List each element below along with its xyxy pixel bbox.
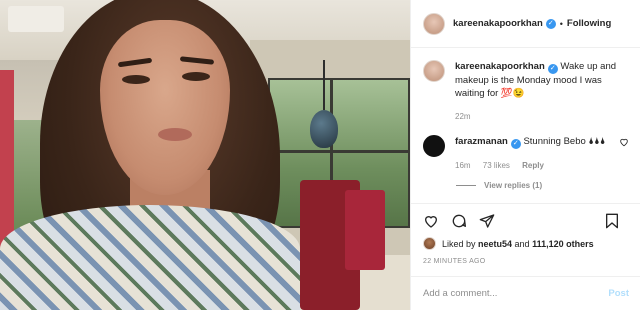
share-icon[interactable] bbox=[479, 213, 495, 229]
comment-item: farazmanan ✓ Stunning Bebo 🌢🌢🌢 16m 73 lik… bbox=[411, 123, 640, 172]
separator-dot: • bbox=[559, 18, 563, 29]
avatar[interactable] bbox=[423, 60, 445, 82]
comment-icon[interactable] bbox=[451, 213, 467, 229]
comment-likes[interactable]: 73 likes bbox=[483, 161, 510, 170]
avatar[interactable] bbox=[423, 12, 445, 35]
bookmark-icon[interactable] bbox=[605, 213, 619, 229]
comment-username[interactable]: farazmanan bbox=[455, 136, 508, 147]
reply-button[interactable]: Reply bbox=[522, 161, 544, 170]
avatar[interactable] bbox=[423, 135, 445, 157]
caption: kareenakapoorkhan ✓ Wake up and makeup is… bbox=[411, 48, 640, 123]
likes-prefix: Liked by bbox=[442, 238, 479, 249]
comment-time: 16m bbox=[455, 161, 471, 170]
likes-summary: Liked by neetu54 and 111,120 others bbox=[423, 237, 594, 250]
view-replies-button[interactable]: View replies (1) bbox=[411, 181, 640, 190]
post-header: kareenakapoorkhan ✓ • Following bbox=[411, 0, 640, 48]
header-username[interactable]: kareenakapoorkhan bbox=[453, 18, 543, 29]
verified-badge-icon: ✓ bbox=[547, 64, 558, 74]
heart-icon[interactable] bbox=[423, 213, 439, 229]
caption-time: 22m bbox=[455, 112, 471, 121]
comment-like-heart-icon[interactable] bbox=[619, 137, 629, 147]
post-photo[interactable] bbox=[0, 0, 410, 310]
post-side-panel: kareenakapoorkhan ✓ • Following kareenak… bbox=[410, 0, 640, 310]
likes-count[interactable]: 111,120 others bbox=[532, 239, 594, 249]
likes-middle: and bbox=[512, 238, 533, 249]
verified-badge-icon: ✓ bbox=[510, 139, 521, 149]
post-button[interactable]: Post bbox=[608, 288, 629, 299]
post-time: 22 MINUTES AGO bbox=[423, 258, 486, 265]
liker-avatar[interactable] bbox=[423, 237, 436, 250]
verified-badge-icon: ✓ bbox=[545, 18, 556, 29]
add-comment-bar: Add a comment... Post bbox=[411, 276, 640, 310]
following-button[interactable]: Following bbox=[567, 18, 611, 29]
comments-list[interactable]: kareenakapoorkhan ✓ Wake up and makeup is… bbox=[411, 48, 640, 203]
caption-username[interactable]: kareenakapoorkhan bbox=[455, 61, 545, 72]
comment-input[interactable]: Add a comment... bbox=[423, 288, 608, 299]
post-actions bbox=[411, 203, 640, 237]
liker-username[interactable]: neetu54 bbox=[478, 239, 512, 249]
comment-text: Stunning Bebo 🌢🌢🌢 bbox=[523, 136, 606, 147]
